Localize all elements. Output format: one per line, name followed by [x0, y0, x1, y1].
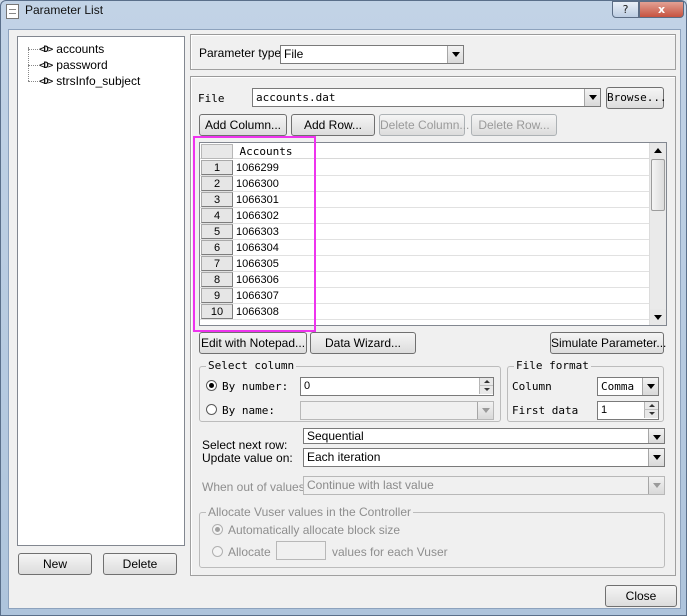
scroll-up-icon[interactable] — [650, 143, 666, 159]
select-next-row-select[interactable]: Sequential — [303, 428, 665, 444]
delete-column-button[interactable]: Delete Column... — [379, 114, 469, 136]
chevron-down-icon[interactable] — [648, 429, 664, 443]
auto-allocate-radio[interactable] — [212, 524, 223, 535]
column-delimiter-label: Column — [512, 380, 552, 393]
file-label: File — [198, 92, 225, 105]
delete-button[interactable]: Delete — [103, 553, 177, 575]
manual-allocate-suffix: values for each Vuser — [332, 545, 448, 559]
window-close-button[interactable]: x — [639, 1, 684, 18]
chevron-down-icon[interactable] — [584, 89, 600, 106]
select-column-title: Select column — [206, 359, 297, 372]
update-value-on-label: Update value on: — [202, 451, 293, 465]
dialog-client: <D> accounts <D> password <D> strsInfo_subj… — [8, 29, 681, 609]
chevron-down-icon[interactable] — [648, 449, 664, 466]
column-name-select[interactable] — [300, 401, 494, 420]
chevron-down-icon[interactable] — [447, 46, 463, 63]
tree-item-label: accounts — [56, 42, 105, 56]
tree-item-label: password — [56, 58, 108, 72]
out-of-values-label: When out of values: — [202, 480, 309, 494]
simulate-parameter-button[interactable]: Simulate Parameter... — [550, 332, 666, 354]
parameter-icon: <D> — [39, 44, 53, 55]
parameter-icon: <D> — [39, 76, 53, 87]
stepper-up-icon[interactable] — [644, 402, 658, 410]
parameter-type-value: File — [284, 47, 304, 61]
scroll-thumb[interactable] — [651, 159, 665, 211]
by-name-label: By name: — [222, 404, 275, 417]
first-data-value: 1 — [601, 404, 608, 416]
parameter-list-window: Parameter List ? x <D> accounts <D> passwo… — [0, 0, 687, 616]
stepper-down-icon[interactable] — [479, 386, 493, 394]
parameter-type-label: Parameter type: — [199, 46, 285, 60]
chevron-down-icon[interactable] — [648, 477, 664, 494]
allocate-title: Allocate Vuser values in the Controller — [206, 505, 413, 519]
chevron-down-icon[interactable] — [477, 402, 493, 419]
out-of-values-value: Continue with last value — [307, 478, 434, 492]
parameter-type-panel: Parameter type: File — [190, 34, 676, 70]
block-size-input[interactable] — [276, 541, 326, 560]
stepper-up-icon[interactable] — [479, 378, 493, 386]
close-button[interactable]: Close — [605, 585, 677, 607]
data-wizard-button[interactable]: Data Wizard... — [310, 332, 416, 354]
tree-item-strsinfo-subject[interactable]: <D> strsInfo_subject — [22, 73, 140, 89]
update-value-on-select[interactable]: Each iteration — [303, 448, 665, 467]
column-number-value: 0 — [304, 380, 311, 392]
new-button[interactable]: New — [18, 553, 92, 575]
tree-branch — [28, 81, 38, 83]
first-data-label: First data — [512, 404, 579, 417]
first-data-stepper[interactable]: 1 — [597, 401, 659, 420]
tree-item-password[interactable]: <D> password — [22, 57, 108, 73]
file-value: accounts.dat — [256, 91, 336, 104]
edit-with-notepad-button[interactable]: Edit with Notepad... — [199, 332, 307, 354]
out-of-values-select[interactable]: Continue with last value — [303, 476, 665, 495]
window-title: Parameter List — [25, 3, 104, 17]
select-next-row-value: Sequential — [307, 429, 364, 443]
document-icon — [6, 4, 19, 19]
column-delimiter-value: Comma — [601, 380, 635, 393]
delete-row-button[interactable]: Delete Row... — [471, 114, 557, 136]
vertical-scrollbar[interactable] — [649, 143, 666, 325]
highlight-annotation — [193, 136, 316, 332]
column-number-stepper[interactable]: 0 — [300, 377, 494, 396]
column-delimiter-select[interactable]: Comma — [597, 377, 659, 396]
parameter-tree[interactable]: <D> accounts <D> password <D> strsInfo_subj… — [17, 36, 185, 546]
chevron-down-icon[interactable] — [642, 378, 658, 395]
add-column-button[interactable]: Add Column... — [199, 114, 287, 136]
by-number-label: By number: — [222, 380, 289, 393]
tree-branch — [28, 49, 38, 51]
auto-allocate-label: Automatically allocate block size — [228, 523, 401, 537]
browse-button[interactable]: Browse... — [606, 87, 667, 109]
tree-branch — [28, 65, 38, 67]
manual-allocate-radio[interactable] — [212, 546, 223, 557]
allocate-group: Allocate Vuser values in the Controller — [199, 505, 665, 568]
by-name-radio[interactable] — [206, 404, 217, 415]
tree-item-label: strsInfo_subject — [56, 74, 141, 88]
parameter-type-select[interactable]: File — [280, 45, 464, 64]
manual-allocate-label: Allocate — [228, 545, 271, 559]
select-next-row-label: Select next row: — [202, 438, 288, 452]
help-button[interactable]: ? — [612, 1, 639, 18]
scroll-down-icon[interactable] — [650, 309, 666, 325]
stepper-down-icon[interactable] — [644, 410, 658, 418]
tree-item-accounts[interactable]: <D> accounts — [22, 41, 104, 57]
by-number-radio[interactable] — [206, 380, 217, 391]
update-value-on-value: Each iteration — [307, 450, 381, 464]
title-bar: Parameter List ? x — [1, 1, 686, 21]
parameter-icon: <D> — [39, 60, 53, 71]
add-row-button[interactable]: Add Row... — [291, 114, 375, 136]
file-select[interactable]: accounts.dat — [252, 88, 601, 107]
file-format-title: File format — [514, 359, 591, 372]
